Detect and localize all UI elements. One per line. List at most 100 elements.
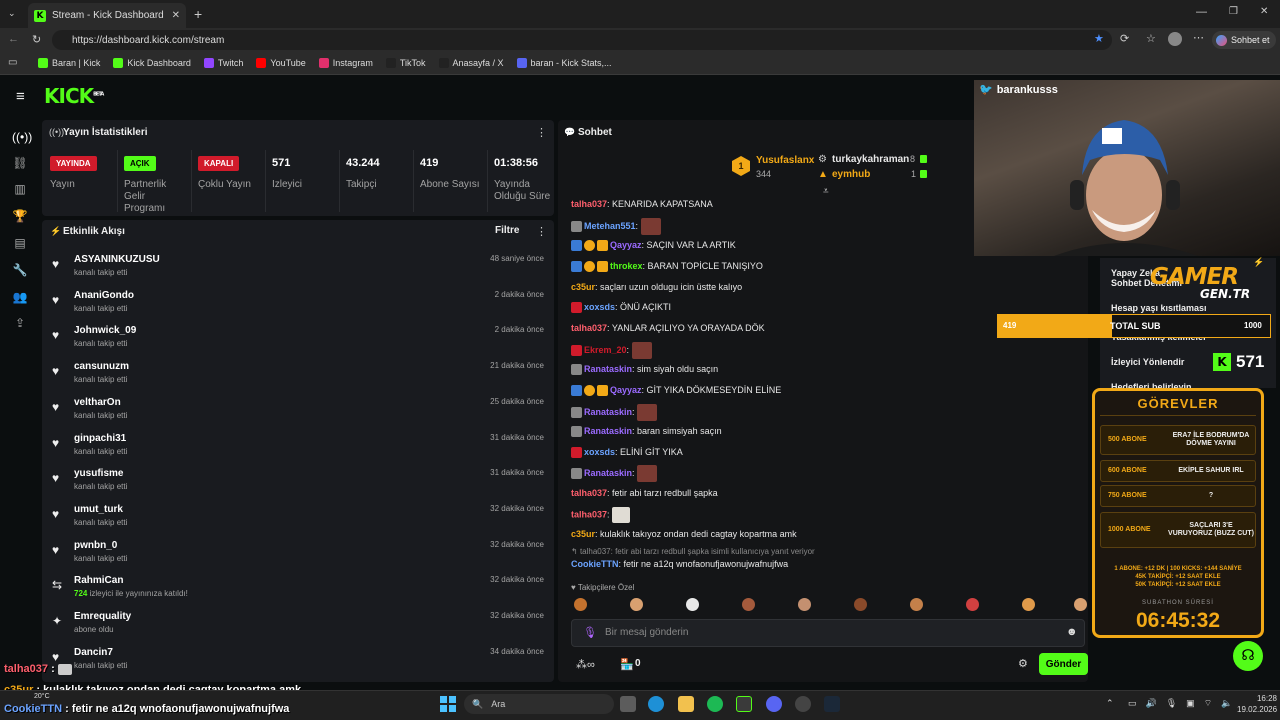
reply-username[interactable]: CookieTTN bbox=[571, 559, 619, 569]
store-icon[interactable]: 🏪 bbox=[620, 658, 634, 671]
activity-username[interactable]: cansunuzm bbox=[74, 361, 129, 372]
activity-menu-icon[interactable]: ⋮ bbox=[536, 225, 547, 238]
mic-icon[interactable]: 🎙 bbox=[583, 626, 597, 639]
new-tab-icon[interactable]: + bbox=[194, 6, 202, 22]
analytics-icon[interactable]: ▥ bbox=[12, 182, 28, 198]
chat-username[interactable]: Qayyaz bbox=[610, 385, 642, 395]
bookmark-item[interactable]: baran - Kick Stats,... bbox=[516, 58, 612, 68]
bookmark-item[interactable]: Instagram bbox=[318, 58, 373, 68]
bookmark-item[interactable]: YouTube bbox=[256, 58, 306, 68]
activity-username[interactable]: RahmiCan bbox=[74, 575, 123, 586]
maximize-icon[interactable]: ❐ bbox=[1229, 6, 1238, 17]
activity-username[interactable]: Emrequality bbox=[74, 611, 131, 622]
quick-emote-icon[interactable] bbox=[910, 598, 923, 611]
favorites-icon[interactable]: ☆ bbox=[1146, 32, 1156, 45]
menu-host[interactable]: İzleyici Yönlendir bbox=[1111, 357, 1184, 367]
volume-icon[interactable]: 🔈 bbox=[1221, 698, 1232, 709]
library-icon[interactable]: ▤ bbox=[12, 236, 28, 252]
more-options-icon[interactable]: ⋯ bbox=[1193, 31, 1204, 44]
minimize-icon[interactable]: — bbox=[1196, 6, 1207, 18]
wrench-icon[interactable]: 🔧 bbox=[12, 263, 28, 279]
leader-2-name[interactable]: turkaykahraman bbox=[832, 154, 909, 165]
activity-username[interactable]: ASYANINKUZUSU bbox=[74, 254, 160, 265]
spotify-icon[interactable] bbox=[707, 696, 723, 712]
quick-emote-icon[interactable] bbox=[686, 598, 699, 611]
steam-icon[interactable] bbox=[824, 696, 840, 712]
favorite-star-icon[interactable]: ★ bbox=[1094, 32, 1104, 45]
emoji-icon[interactable]: ☻ bbox=[1066, 626, 1078, 638]
obs-icon[interactable] bbox=[795, 696, 811, 712]
profile-avatar[interactable] bbox=[1168, 32, 1182, 46]
kick-logo[interactable]: KICKBETA bbox=[44, 84, 104, 108]
chat-username[interactable]: talha037 bbox=[571, 488, 607, 498]
quick-emote-icon[interactable] bbox=[1022, 598, 1035, 611]
app-icon[interactable] bbox=[736, 696, 752, 712]
chat-username[interactable]: talha037 bbox=[571, 509, 607, 519]
tab-list-icon[interactable]: ⌄ bbox=[8, 8, 16, 19]
quick-emote-icon[interactable] bbox=[574, 598, 587, 611]
browser-tab[interactable]: K Stream - Kick Dashboard ✕ bbox=[28, 3, 186, 28]
back-icon[interactable]: ← bbox=[8, 33, 19, 45]
activity-username[interactable]: yusufisme bbox=[74, 468, 123, 479]
expand-leaderboard-icon[interactable]: ⩡ bbox=[823, 186, 829, 197]
hamburger-menu-icon[interactable]: ≡ bbox=[16, 88, 25, 105]
task-view-icon[interactable] bbox=[620, 696, 636, 712]
chat-username[interactable]: xoxsds bbox=[584, 302, 615, 312]
quick-emote-icon[interactable] bbox=[742, 598, 755, 611]
reload-icon[interactable]: ↻ bbox=[32, 33, 41, 46]
bookmark-item[interactable]: Baran | Kick bbox=[38, 58, 100, 68]
chat-settings-icon[interactable]: ⚙ bbox=[1018, 657, 1028, 670]
bookmark-item[interactable]: Kick Dashboard bbox=[113, 58, 191, 68]
sidebar-toggle-icon[interactable]: ▭ bbox=[8, 57, 17, 68]
menu-account-age[interactable]: Hesap yaşı kısıtlaması bbox=[1111, 303, 1207, 313]
bookmark-item[interactable]: Anasayfa / X bbox=[438, 58, 504, 68]
chat-username[interactable]: Ranataskin bbox=[584, 468, 632, 478]
quick-emote-icon[interactable] bbox=[798, 598, 811, 611]
quick-emote-icon[interactable] bbox=[1074, 598, 1087, 611]
chat-username[interactable]: Ranataskin bbox=[584, 406, 632, 416]
weather-temp[interactable]: 20°C bbox=[34, 693, 50, 700]
close-window-icon[interactable]: ✕ bbox=[1260, 6, 1268, 17]
chat-username[interactable]: talha037 bbox=[571, 323, 607, 333]
kicks-icon[interactable]: ⁂∞ bbox=[576, 658, 595, 671]
filter-button[interactable]: Filtre bbox=[495, 225, 519, 236]
copilot-button[interactable]: Sohbet et bbox=[1212, 31, 1276, 49]
stream-icon[interactable]: ((•)) bbox=[12, 130, 32, 146]
upload-icon[interactable]: ⇪ bbox=[12, 316, 28, 332]
leader-3-name[interactable]: eymhub bbox=[832, 169, 870, 180]
chat-username[interactable]: xoxsds bbox=[584, 447, 615, 457]
send-button[interactable]: Gönder bbox=[1039, 653, 1088, 675]
bookmark-item[interactable]: TikTok bbox=[385, 58, 426, 68]
chat-username[interactable]: c35ur bbox=[571, 282, 595, 292]
edge-icon[interactable] bbox=[648, 696, 664, 712]
activity-username[interactable]: ginpachi31 bbox=[74, 433, 126, 444]
chat-username[interactable]: talha037 bbox=[571, 199, 607, 209]
taskbar-clock[interactable]: 16:28 19.02.2026 bbox=[1237, 693, 1277, 715]
chat-username[interactable]: c35ur bbox=[571, 529, 595, 539]
chat-username[interactable]: throkex bbox=[610, 261, 643, 271]
taskbar-search[interactable]: 🔍 Ara bbox=[464, 694, 614, 714]
community-icon[interactable]: 👥 bbox=[12, 290, 28, 306]
chat-username[interactable]: Ranataskin bbox=[584, 426, 632, 436]
activity-username[interactable]: Dancin7 bbox=[74, 647, 113, 658]
quick-emote-icon[interactable] bbox=[854, 598, 867, 611]
wifi-icon[interactable]: ⌔ bbox=[1204, 698, 1212, 709]
activity-username[interactable]: veltharOn bbox=[74, 397, 121, 408]
display-icon[interactable]: ▣ bbox=[1186, 698, 1195, 709]
discord-icon[interactable] bbox=[766, 696, 782, 712]
stats-menu-icon[interactable]: ⋮ bbox=[536, 126, 547, 139]
network-icon[interactable]: ▭ bbox=[1128, 698, 1137, 709]
quick-emote-icon[interactable] bbox=[630, 598, 643, 611]
microphone-icon[interactable]: 🎙 bbox=[1166, 698, 1177, 709]
system-tray[interactable]: ▭ 🔊 🎙 ▣ ⌔ 🔈 bbox=[1128, 698, 1232, 709]
activity-username[interactable]: pwnbn_0 bbox=[74, 540, 117, 551]
extensions-icon[interactable]: ⟳ bbox=[1120, 32, 1129, 45]
bookmark-item[interactable]: Twitch bbox=[203, 58, 243, 68]
quick-emote-icon[interactable] bbox=[966, 598, 979, 611]
tray-chevron-icon[interactable]: ⌃ bbox=[1106, 698, 1114, 709]
chat-username[interactable]: Ekrem_20 bbox=[584, 344, 627, 354]
trophy-icon[interactable]: 🏆 bbox=[12, 209, 28, 225]
support-headset-icon[interactable]: ☊ bbox=[1233, 641, 1263, 671]
close-tab-icon[interactable]: ✕ bbox=[172, 10, 180, 21]
file-explorer-icon[interactable] bbox=[678, 696, 694, 712]
